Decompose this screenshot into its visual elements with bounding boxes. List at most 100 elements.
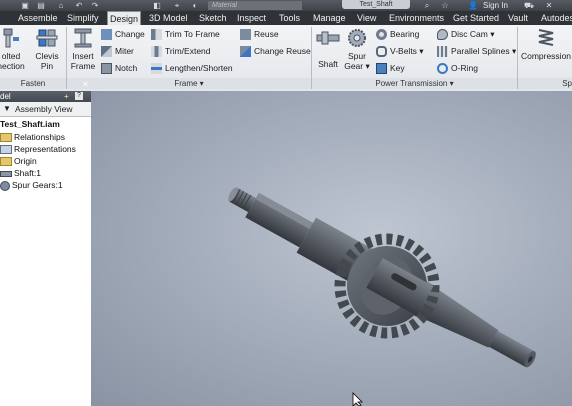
reuse-icon — [240, 29, 251, 41]
home-icon[interactable]: ⌂ — [54, 0, 68, 11]
disc-cam-button[interactable]: Disc Cam ▾ — [437, 28, 494, 41]
trim-to-frame-button[interactable]: Trim To Frame — [151, 28, 220, 41]
clevis-label-1: Clevis — [35, 51, 59, 61]
redo-icon[interactable]: ↷ — [88, 0, 102, 11]
bolted-connection-button[interactable]: olted nection — [0, 27, 26, 71]
trim-extend-icon — [151, 46, 162, 58]
v-belts-button[interactable]: V-Belts ▾ — [376, 45, 424, 58]
change-button[interactable]: Change — [101, 28, 145, 41]
tree-item-shaft[interactable]: Shaft:1 — [0, 167, 41, 179]
disc-cam-icon — [437, 29, 448, 41]
insert-label-1: Insert — [72, 51, 94, 61]
spur-gear-button[interactable]: Spur Gear ▾ — [343, 27, 371, 71]
compression-label: Compression — [520, 51, 572, 61]
reuse-button[interactable]: Reuse — [240, 28, 279, 41]
sign-in-link[interactable]: Sign In — [483, 0, 508, 11]
notch-label: Notch — [115, 63, 138, 73]
material-dropdown[interactable]: Material — [208, 1, 302, 10]
trim-extend-label: Trim/Extend — [165, 46, 211, 56]
tab-simplify[interactable]: Simplify — [67, 11, 99, 25]
tab-vault[interactable]: Vault — [508, 11, 528, 25]
notch-button[interactable]: Notch — [101, 62, 137, 75]
fasten-panel-title[interactable]: Fasten — [0, 78, 66, 89]
user-icon[interactable]: 👤 — [466, 0, 480, 11]
search-icon[interactable]: ⌕ — [420, 0, 434, 11]
shaft-part-icon — [0, 170, 12, 177]
tab-assemble[interactable]: Assemble — [18, 11, 58, 25]
tab-autodesk[interactable]: Autodes — [541, 11, 572, 25]
spur-gear-icon — [348, 29, 366, 47]
miter-button[interactable]: Miter — [101, 45, 134, 58]
help-icon[interactable]: ? — [75, 92, 83, 100]
assembly-view-dropdown[interactable]: Assembly View — [15, 103, 72, 115]
spring-panel-title[interactable]: Sp — [518, 78, 572, 89]
change-reuse-label: Change Reuse — [254, 46, 311, 56]
model-browser: del + ? ✕ ▼ Assembly View Test_Shaft.iam… — [0, 80, 92, 406]
change-label: Change — [115, 29, 145, 39]
save-icon[interactable]: ▣ — [18, 0, 32, 11]
tab-design[interactable]: Design — [107, 11, 141, 25]
tab-environments[interactable]: Environments — [389, 11, 444, 25]
miter-label: Miter — [115, 46, 134, 56]
star-icon[interactable]: ☆ — [438, 0, 452, 11]
tree-item-label: Relationships — [14, 132, 66, 142]
tab-sketch[interactable]: Sketch — [199, 11, 227, 25]
representations-icon — [0, 145, 12, 155]
tree-item-spur-gears[interactable]: Spur Gears:1 — [0, 179, 63, 191]
tree-item-representations[interactable]: Representations — [0, 143, 76, 155]
browser-title: del — [0, 92, 11, 101]
close-browser-icon[interactable]: ✕ — [82, 79, 89, 90]
o-ring-label: O-Ring — [451, 63, 478, 73]
frame-panel-title[interactable]: Frame ▾ — [67, 78, 311, 89]
tree-item-relationships[interactable]: Relationships — [0, 131, 65, 143]
shaft-assembly-model[interactable] — [91, 91, 572, 406]
tree-item-origin[interactable]: Origin — [0, 155, 37, 167]
v-belts-label: V-Belts — [390, 46, 417, 56]
tab-inspect[interactable]: Inspect — [237, 11, 266, 25]
tab-manage[interactable]: Manage — [313, 11, 346, 25]
change-icon — [101, 29, 112, 41]
bearing-icon — [376, 29, 387, 41]
insert-label-2: Frame — [70, 61, 96, 71]
lengthen-shorten-button[interactable]: Lengthen/Shorten — [151, 62, 233, 75]
close-icon[interactable]: ✕ — [542, 0, 556, 11]
update-icon[interactable]: ◧ — [150, 0, 164, 11]
clevis-pin-button[interactable]: Clevis Pin — [32, 27, 62, 71]
parallel-splines-button[interactable]: Parallel Splines ▾ — [437, 45, 516, 58]
spur-label-1: Spur — [348, 51, 366, 61]
insert-frame-button[interactable]: Insert Frame — [69, 27, 97, 71]
trim-extend-button[interactable]: Trim/Extend — [151, 45, 211, 58]
key-icon — [376, 63, 387, 75]
tab-3d-model[interactable]: 3D Model — [149, 11, 188, 25]
change-reuse-button[interactable]: Change Reuse — [240, 45, 311, 58]
parallel-splines-label: Parallel Splines — [451, 46, 510, 56]
add-icon[interactable]: + — [64, 91, 69, 102]
tab-get-started[interactable]: Get Started — [453, 11, 499, 25]
tree-root[interactable]: Test_Shaft.iam — [0, 118, 60, 130]
power-transmission-title-label: Power Transmission — [375, 79, 448, 88]
appearance-icon[interactable]: ◐ — [188, 0, 202, 11]
o-ring-button[interactable]: O-Ring — [437, 62, 478, 75]
ribbon-tabs: Assemble Simplify Design 3D Model Sketch… — [0, 11, 572, 25]
graphics-viewport[interactable] — [91, 91, 572, 406]
compression-spring-button[interactable]: Compression — [520, 27, 572, 61]
tree-item-label: Shaft:1 — [14, 168, 41, 178]
undo-icon[interactable]: ↶ — [72, 0, 86, 11]
change-reuse-icon — [240, 46, 251, 58]
tab-view[interactable]: View — [357, 11, 376, 25]
trim-to-frame-label: Trim To Frame — [165, 29, 220, 39]
cart-icon[interactable]: ⛟ — [522, 0, 536, 11]
power-transmission-panel-title[interactable]: Power Transmission ▾ — [312, 78, 517, 89]
shaft-button[interactable]: Shaft — [314, 27, 342, 69]
shaft-label: Shaft — [318, 59, 338, 69]
notch-icon — [101, 63, 112, 75]
select-icon[interactable]: ⌖ — [170, 0, 184, 11]
new-icon[interactable]: ▤ — [34, 0, 48, 11]
filter-icon[interactable]: ▼ — [3, 104, 11, 113]
tab-tools[interactable]: Tools — [279, 11, 300, 25]
key-button[interactable]: Key — [376, 62, 405, 75]
bearing-button[interactable]: Bearing — [376, 28, 419, 41]
insert-frame-icon — [74, 28, 92, 48]
lengthen-shorten-label: Lengthen/Shorten — [165, 63, 233, 73]
bolted-label-1: olted — [1, 51, 21, 61]
